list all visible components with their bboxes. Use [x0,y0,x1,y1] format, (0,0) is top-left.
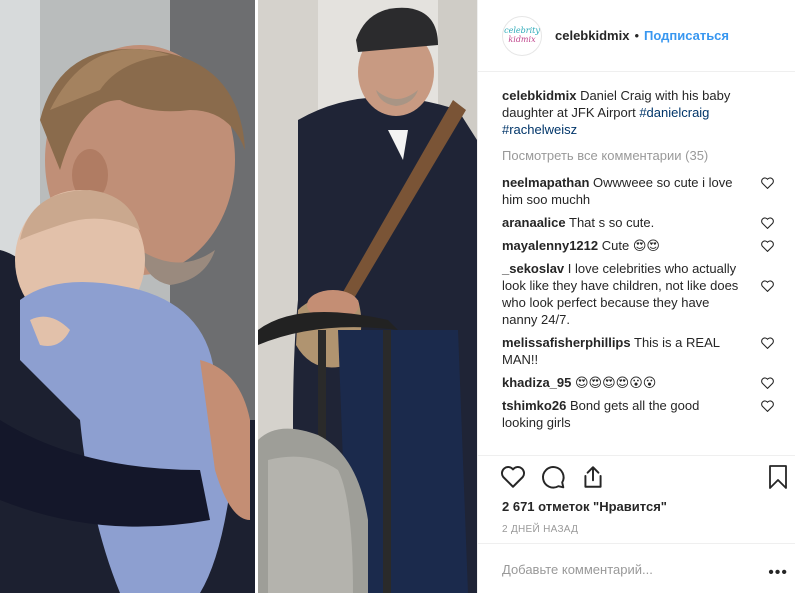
photo-left-illustration [0,0,255,593]
action-icons [500,464,606,490]
avatar-logo-line2: kidmix [508,35,536,44]
comment-like-heart-icon[interactable] [761,337,774,349]
hashtag-link[interactable]: #rachelweisz [502,122,577,137]
comment-item: aranaalice That s so cute. [502,214,778,231]
avatar[interactable]: celebrity kidmix [502,15,542,56]
comment-username-link[interactable]: aranaalice [502,215,566,230]
bookmark-icon[interactable] [766,464,790,490]
add-comment-field[interactable]: Добавьте комментарий... ••• [478,543,795,593]
likes-count[interactable]: 2 671 отметок "Нравится" [502,499,667,514]
comment-like-heart-icon[interactable] [761,400,774,412]
comment-username-link[interactable]: neelmapathan [502,175,589,190]
comment-item: melissafisherphillips This is a REAL MAN… [502,334,778,368]
comment-icon[interactable] [540,464,566,490]
comments-list: celebkidmix Daniel Craig with his baby d… [502,87,778,437]
post-caption: celebkidmix Daniel Craig with his baby d… [502,87,778,138]
comment-item: _sekoslav I love celebrities who actuall… [502,260,778,328]
post-header: celebrity kidmix celebkidmix • Подписать… [478,0,795,72]
follow-button[interactable]: Подписаться [644,28,729,43]
comment-username-link[interactable]: melissafisherphillips [502,335,631,350]
post-photo[interactable] [0,0,477,593]
comment-username-link[interactable]: _sekoslav [502,261,564,276]
post-actions: 2 671 отметок "Нравится" 2 ДНЕЙ НАЗАД До… [478,455,795,593]
comment-like-heart-icon[interactable] [761,240,774,252]
header-separator-dot: • [634,28,639,43]
comment-item: tshimko26 Bond gets all the good looking… [502,397,778,431]
caption-username-link[interactable]: celebkidmix [502,88,576,103]
instagram-post: celebrity kidmix celebkidmix • Подписать… [0,0,795,593]
comment-username-link[interactable]: mayalenny1212 [502,238,598,253]
comment-text: 😍😍😍😍😮😮 [575,375,657,390]
view-all-comments-link[interactable]: Посмотреть все комментарии (35) [502,147,778,164]
comment-item: mayalenny1212 Cute 😍😍 [502,237,778,254]
photo-panel-left [0,0,255,593]
more-options-button[interactable]: ••• [768,564,788,582]
comment-item: khadiza_95 😍😍😍😍😮😮 [502,374,778,391]
comment-like-heart-icon[interactable] [761,280,774,292]
comment-text: Cute 😍😍 [601,238,660,253]
photo-right-illustration [258,0,477,593]
hashtag-link[interactable]: #danielcraig [639,105,709,120]
avatar-logo-line1: celebrity [504,26,540,35]
comment-username-link[interactable]: tshimko26 [502,398,566,413]
comment-item: neelmapathan Owwweee so cute i love him … [502,174,778,208]
comment-text: That s so cute. [569,215,655,230]
share-icon[interactable] [580,464,606,490]
header-username-link[interactable]: celebkidmix [555,28,629,43]
post-timestamp[interactable]: 2 ДНЕЙ НАЗАД [502,524,578,535]
add-comment-placeholder[interactable]: Добавьте комментарий... [502,562,653,577]
comment-like-heart-icon[interactable] [761,177,774,189]
post-side-panel: celebrity kidmix celebkidmix • Подписать… [477,0,795,593]
comment-username-link[interactable]: khadiza_95 [502,375,571,390]
heart-icon[interactable] [500,464,526,490]
photo-panel-right [258,0,477,593]
comment-like-heart-icon[interactable] [761,377,774,389]
comment-like-heart-icon[interactable] [761,217,774,229]
